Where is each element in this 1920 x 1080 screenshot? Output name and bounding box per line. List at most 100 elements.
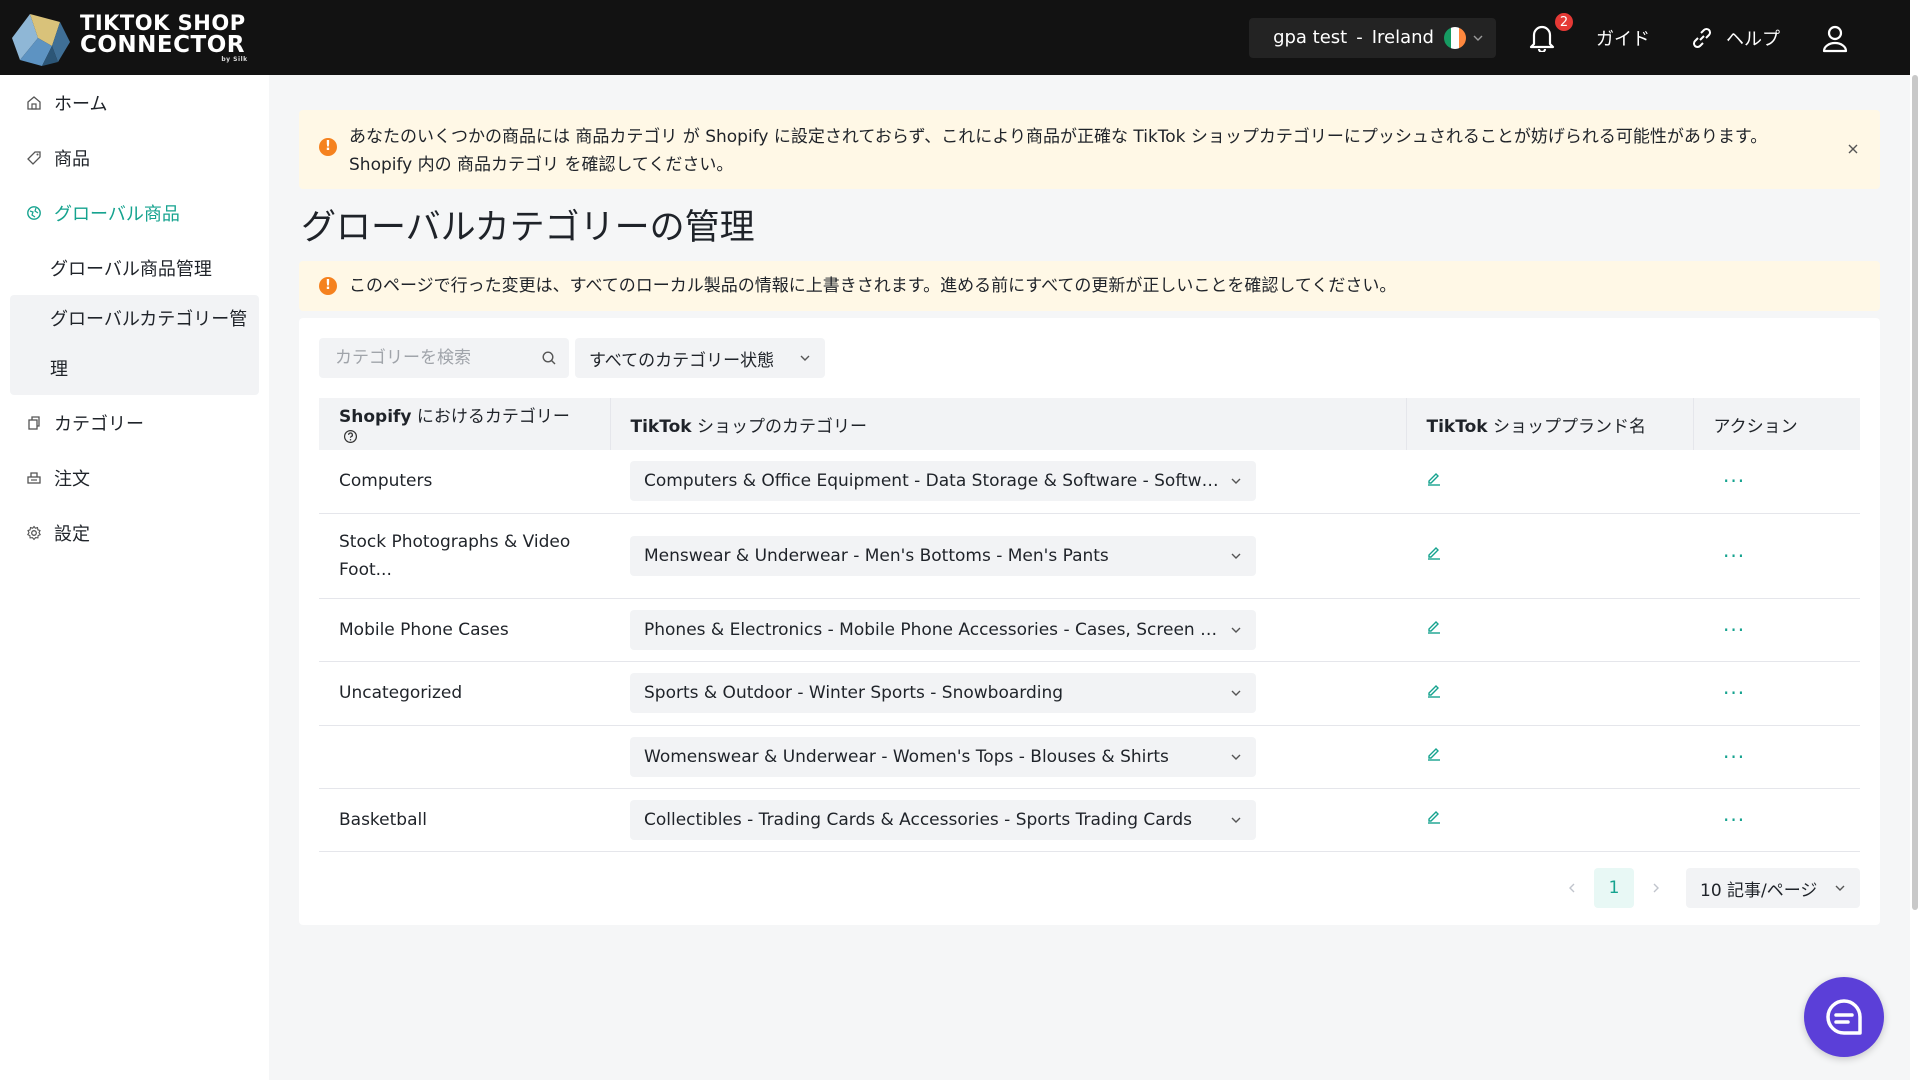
header-shopify-bold: Shopify <box>339 406 412 427</box>
category-search-input[interactable] <box>335 348 541 368</box>
tiktok-category-value: Womenswear & Underwear - Women's Tops - … <box>644 746 1169 767</box>
pagination: 1 10 記事/ページ <box>1552 868 1860 908</box>
edit-icon[interactable] <box>1426 619 1442 635</box>
category-table: Shopify におけるカテゴリー TikTok ショップのカテゴリー TikT… <box>319 398 1860 852</box>
store-country: Ireland <box>1371 27 1434 48</box>
store-selector[interactable]: gpa test - Ireland <box>1249 17 1496 58</box>
warning-icon: ! <box>319 138 337 156</box>
tiktok-category-select[interactable]: Menswear & Underwear - Men's Bottoms - M… <box>630 535 1256 576</box>
prev-page-button[interactable] <box>1552 868 1592 908</box>
brand-line1: TIKTOK SHOP <box>80 11 246 35</box>
shopify-category-cell: Uncategorized <box>319 661 610 726</box>
shopify-category-cell: Basketball <box>319 788 610 852</box>
header-tiktok-rest: ショップのカテゴリー <box>691 416 867 437</box>
tiktok-category-select[interactable]: Womenswear & Underwear - Women's Tops - … <box>630 736 1256 777</box>
page-number-button[interactable]: 1 <box>1594 868 1634 908</box>
shopify-category-line2: Foot... <box>339 559 392 580</box>
header-shopify-category: Shopify におけるカテゴリー <box>319 398 611 450</box>
sidebar-subitem-global-product-management[interactable]: グローバル商品管理 <box>0 240 269 295</box>
edit-icon[interactable] <box>1426 683 1442 699</box>
help-label: ヘルプ <box>1726 28 1780 50</box>
overwrite-warning-text: このページで行った変更は、すべてのローカル製品の情報に上書きされます。進める前に… <box>349 276 1397 296</box>
edit-icon[interactable] <box>1426 809 1442 825</box>
brand-logo[interactable]: TIKTOK SHOP CONNECTOR by Silk <box>8 0 247 75</box>
table-header-row: Shopify におけるカテゴリー TikTok ショップのカテゴリー TikT… <box>319 398 1860 450</box>
scrollbar-thumb[interactable] <box>1912 75 1918 910</box>
sidebar-item-products[interactable]: 商品 <box>0 130 269 185</box>
header-shopify-rest: におけるカテゴリー <box>411 406 570 427</box>
globe-icon <box>27 205 41 220</box>
more-actions-button[interactable]: ··· <box>1713 745 1745 769</box>
sidebar-item-settings[interactable]: 設定 <box>0 505 269 560</box>
sidebar-item-global-products[interactable]: グローバル商品 <box>0 185 269 240</box>
logo-mark-icon <box>12 13 70 66</box>
chevron-down-icon <box>1231 478 1241 485</box>
sidebar-item-label: グローバル商品 <box>54 203 180 225</box>
chevron-down-icon <box>800 355 810 361</box>
link-icon <box>1692 27 1712 48</box>
category-warning-banner: ! あなたのいくつかの商品には 商品カテゴリ が Shopify に設定されてお… <box>299 110 1880 189</box>
brand-line2: CONNECTOR <box>80 32 245 58</box>
notifications-button[interactable]: 2 <box>1528 11 1574 54</box>
tiktok-category-value: Phones & Electronics - Mobile Phone Acce… <box>644 619 1220 640</box>
more-actions-button[interactable]: ··· <box>1713 618 1745 642</box>
header-brand-name: TikTok ショッププランド名 <box>1406 398 1694 450</box>
chevron-down-icon <box>1473 35 1483 41</box>
table-row: Womenswear & Underwear - Women's Tops - … <box>319 725 1860 789</box>
edit-icon[interactable] <box>1426 545 1442 561</box>
sidebar: ホーム 商品 グローバル商品 グローバル商品管理 グローバルカテゴリー管 理 カ… <box>0 75 269 1080</box>
shopify-category-cell <box>319 725 610 789</box>
edit-icon[interactable] <box>1426 746 1442 762</box>
more-actions-button[interactable]: ··· <box>1713 544 1745 568</box>
edit-icon[interactable] <box>1426 471 1442 487</box>
shopify-category-cell: Computers <box>319 450 610 514</box>
more-actions-button[interactable]: ··· <box>1713 808 1745 832</box>
help-link[interactable]: ヘルプ <box>1690 25 1780 51</box>
sidebar-item-label: 注文 <box>54 468 90 490</box>
close-icon[interactable] <box>1846 142 1860 156</box>
gear-icon <box>27 525 41 540</box>
sidebar-item-orders[interactable]: 注文 <box>0 450 269 505</box>
page-size-select[interactable]: 10 記事/ページ <box>1686 868 1860 908</box>
guide-link[interactable]: ガイド <box>1596 25 1650 51</box>
sidebar-item-label: 商品 <box>54 148 90 170</box>
table-row: Basketball Collectibles - Trading Cards … <box>319 788 1860 852</box>
search-icon[interactable] <box>541 350 557 366</box>
sidebar-item-label: 設定 <box>54 523 90 545</box>
banner-text-line1: あなたのいくつかの商品には 商品カテゴリ が Shopify に設定されておらず… <box>349 127 1768 147</box>
header-brand-rest: ショッププランド名 <box>1487 416 1646 437</box>
category-table-card: すべてのカテゴリー状態 Shopify におけるカテゴリー TikTok ショッ… <box>299 318 1880 925</box>
sidebar-subitem-label-line1: グローバルカテゴリー管 <box>50 309 248 330</box>
more-actions-button[interactable]: ··· <box>1713 469 1745 493</box>
chat-support-button[interactable] <box>1804 977 1884 1057</box>
guide-label: ガイド <box>1596 28 1650 50</box>
shopify-category-cell: Mobile Phone Cases <box>319 598 610 662</box>
store-separator: - <box>1356 27 1363 48</box>
chevron-down-icon <box>1231 553 1241 559</box>
sidebar-subitem-global-category-management[interactable]: グローバルカテゴリー管 理 <box>10 295 259 395</box>
more-actions-button[interactable]: ··· <box>1713 681 1745 705</box>
tiktok-category-value: Computers & Office Equipment - Data Stor… <box>644 471 1220 492</box>
top-bar: TIKTOK SHOP CONNECTOR by Silk gpa test -… <box>0 0 1910 75</box>
tiktok-category-select[interactable]: Phones & Electronics - Mobile Phone Acce… <box>630 609 1256 650</box>
sidebar-item-categories[interactable]: カテゴリー <box>0 395 269 450</box>
next-page-button[interactable] <box>1636 868 1676 908</box>
tiktok-category-select[interactable]: Computers & Office Equipment - Data Stor… <box>630 461 1256 502</box>
category-status-filter[interactable]: すべてのカテゴリー状態 <box>575 338 825 378</box>
chevron-down-icon <box>1231 817 1241 823</box>
table-row: Stock Photographs & Video Foot... Menswea… <box>319 513 1860 599</box>
user-icon[interactable] <box>1820 23 1850 53</box>
sidebar-item-home[interactable]: ホーム <box>0 75 269 130</box>
sidebar-subitem-label-line2: 理 <box>50 359 68 380</box>
chevron-down-icon <box>1835 885 1845 891</box>
tiktok-category-value: Menswear & Underwear - Men's Bottoms - M… <box>644 545 1109 566</box>
home-icon <box>27 95 41 110</box>
header-tiktok-bold: TikTok <box>630 416 692 437</box>
tiktok-category-select[interactable]: Collectibles - Trading Cards & Accessori… <box>630 799 1256 840</box>
notification-badge: 2 <box>1554 11 1574 32</box>
help-circle-icon[interactable] <box>343 429 358 444</box>
table-row: Computers Computers & Office Equipment -… <box>319 450 1860 514</box>
page-scrollbar[interactable] <box>1910 0 1920 1080</box>
tiktok-category-select[interactable]: Sports & Outdoor - Winter Sports - Snowb… <box>630 673 1256 713</box>
chevron-down-icon <box>1231 627 1241 633</box>
